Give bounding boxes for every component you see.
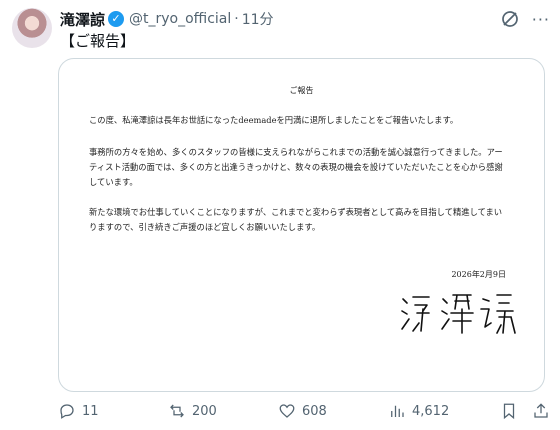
views-icon bbox=[391, 405, 404, 417]
document-title: ご報告 bbox=[289, 86, 314, 95]
bookmark-icon bbox=[503, 403, 515, 420]
reply-icon bbox=[60, 404, 74, 419]
avatar[interactable] bbox=[12, 8, 52, 48]
retweet-button[interactable]: 200 bbox=[168, 402, 278, 420]
document-paragraph: この度、私滝澤諒は長年お世話になったdeemadeを円満に退所しましたことをご報… bbox=[89, 115, 459, 125]
verified-badge-icon: ✓ bbox=[108, 11, 125, 27]
document-paragraph: 事務所の方々を始め、多くのスタッフの皆様に支えられながらこれまでの活動を誠心誠意… bbox=[89, 147, 503, 187]
share-icon bbox=[534, 403, 548, 418]
more-icon[interactable]: ··· bbox=[532, 10, 550, 29]
post-time[interactable]: 11分 bbox=[242, 9, 274, 29]
retweet-count: 200 bbox=[192, 403, 217, 419]
grok-icon[interactable] bbox=[500, 9, 520, 29]
bookmark-button[interactable] bbox=[500, 402, 518, 420]
attached-image[interactable]: ご報告 この度、私滝澤諒は長年お世話になったdeemadeを円満に退所しましたこ… bbox=[58, 58, 545, 392]
author-handle[interactable]: @t_ryo_official bbox=[129, 11, 231, 27]
reply-button[interactable]: 11 bbox=[58, 402, 168, 420]
tweet-header: 滝澤諒 ✓ @t_ryo_official · 11分 ··· bbox=[60, 8, 550, 30]
like-count: 608 bbox=[302, 403, 327, 419]
separator-dot: · bbox=[234, 11, 239, 27]
tweet-text: 【ご報告】 bbox=[60, 32, 136, 50]
action-bar: 11 200 608 4,612 bbox=[58, 400, 550, 422]
document-date: 2026年2月9日 bbox=[451, 270, 506, 279]
author-name[interactable]: 滝澤諒 bbox=[60, 9, 105, 30]
reply-count: 11 bbox=[82, 403, 99, 419]
heart-icon bbox=[279, 404, 295, 418]
retweet-icon bbox=[170, 404, 184, 418]
views-button[interactable]: 4,612 bbox=[388, 402, 498, 420]
view-count: 4,612 bbox=[412, 403, 450, 419]
document-paragraph: 新たな環境でお仕事していくことになりますが、これまでと変わらず表現者として高みを… bbox=[89, 207, 503, 232]
share-button[interactable] bbox=[532, 402, 550, 420]
like-button[interactable]: 608 bbox=[278, 402, 388, 420]
handwritten-signature bbox=[401, 294, 516, 334]
